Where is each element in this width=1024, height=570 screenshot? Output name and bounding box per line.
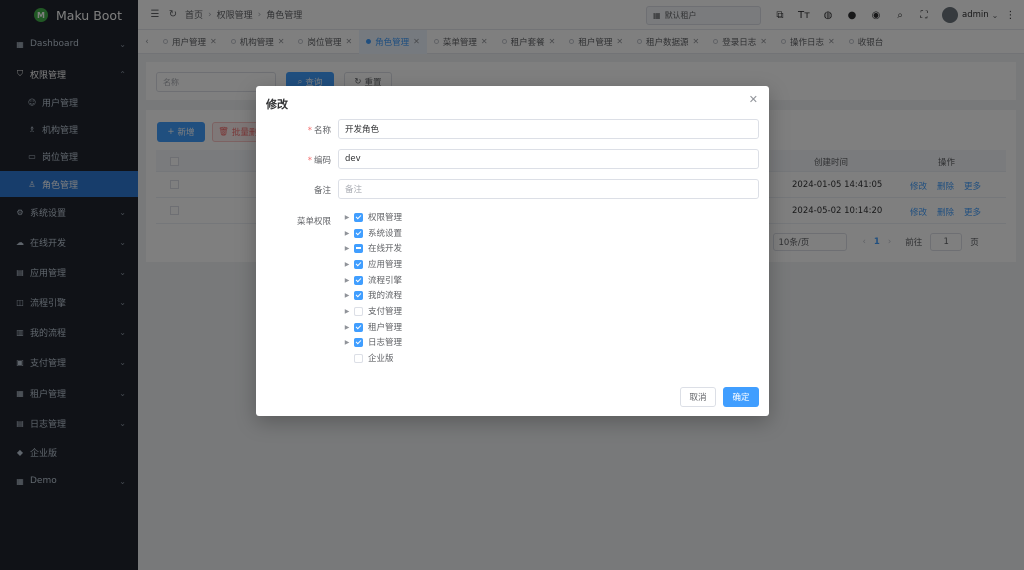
tree-node-label: 支付管理 <box>368 305 402 317</box>
tree-node-label: 在线开发 <box>368 242 402 254</box>
tree-checkbox[interactable] <box>354 338 363 347</box>
name-label: *名称 <box>256 124 331 136</box>
cancel-button[interactable]: 取消 <box>680 387 716 407</box>
name-field[interactable]: 开发角色 <box>338 119 759 139</box>
tree-node-label: 权限管理 <box>368 211 402 223</box>
tree-checkbox[interactable] <box>354 307 363 316</box>
tree-node[interactable]: ▶ 我的流程 <box>342 288 402 302</box>
code-label: *编码 <box>256 154 331 166</box>
tree-checkbox[interactable] <box>354 276 363 285</box>
tree-node[interactable]: ▶ 支付管理 <box>342 304 402 318</box>
tree-checkbox[interactable] <box>354 229 363 238</box>
tree-node[interactable]: ▶ 在线开发 <box>342 241 402 255</box>
tree-node-label: 企业版 <box>368 352 394 364</box>
tree-node-label: 系统设置 <box>368 227 402 239</box>
tree-checkbox[interactable] <box>354 260 363 269</box>
tree-checkbox[interactable] <box>354 213 363 222</box>
tree-node[interactable]: ▶ 权限管理 <box>342 210 402 224</box>
tree-node-label: 租户管理 <box>368 321 402 333</box>
tree-checkbox[interactable] <box>354 291 363 300</box>
tree-checkbox[interactable] <box>354 244 363 253</box>
code-field[interactable]: dev <box>338 149 759 169</box>
close-icon[interactable]: ✕ <box>749 93 758 106</box>
caret-right-icon[interactable]: ▶ <box>342 230 352 237</box>
dialog-title: 修改 <box>266 96 288 112</box>
confirm-button[interactable]: 确定 <box>723 387 759 407</box>
required-mark: * <box>308 156 312 166</box>
caret-right-icon[interactable]: ▶ <box>342 308 352 315</box>
tree-node-label: 日志管理 <box>368 336 402 348</box>
code-label-text: 编码 <box>314 156 331 166</box>
name-label-text: 名称 <box>314 126 331 136</box>
caret-right-icon[interactable]: ▶ <box>342 261 352 268</box>
edit-role-dialog: 修改 ✕ *名称 开发角色 *编码 dev 备注 备注 菜单权限 ▶权限管理 ▶… <box>256 86 769 416</box>
remark-label: 备注 <box>256 184 331 196</box>
tree-checkbox[interactable] <box>354 354 363 363</box>
caret-right-icon[interactable]: ▶ <box>342 324 352 331</box>
required-mark: * <box>308 126 312 136</box>
tree-checkbox[interactable] <box>354 323 363 332</box>
tree-node-label: 流程引擎 <box>368 274 402 286</box>
caret-right-icon[interactable]: ▶ <box>342 245 352 252</box>
tree-node[interactable]: ▶ 日志管理 <box>342 335 402 349</box>
caret-right-icon[interactable]: ▶ <box>342 277 352 284</box>
tree-node[interactable]: ▶ 租户管理 <box>342 320 402 334</box>
tree-node[interactable]: 企业版 <box>342 351 394 365</box>
tree-node-label: 我的流程 <box>368 289 402 301</box>
tree-node-label: 应用管理 <box>368 258 402 270</box>
menu-permission-label: 菜单权限 <box>256 215 331 227</box>
tree-node[interactable]: ▶ 流程引擎 <box>342 273 402 287</box>
remark-field[interactable]: 备注 <box>338 179 759 199</box>
tree-node[interactable]: ▶ 系统设置 <box>342 226 402 240</box>
caret-right-icon[interactable]: ▶ <box>342 292 352 299</box>
caret-right-icon[interactable]: ▶ <box>342 214 352 221</box>
caret-right-icon[interactable]: ▶ <box>342 339 352 346</box>
tree-node[interactable]: ▶ 应用管理 <box>342 257 402 271</box>
